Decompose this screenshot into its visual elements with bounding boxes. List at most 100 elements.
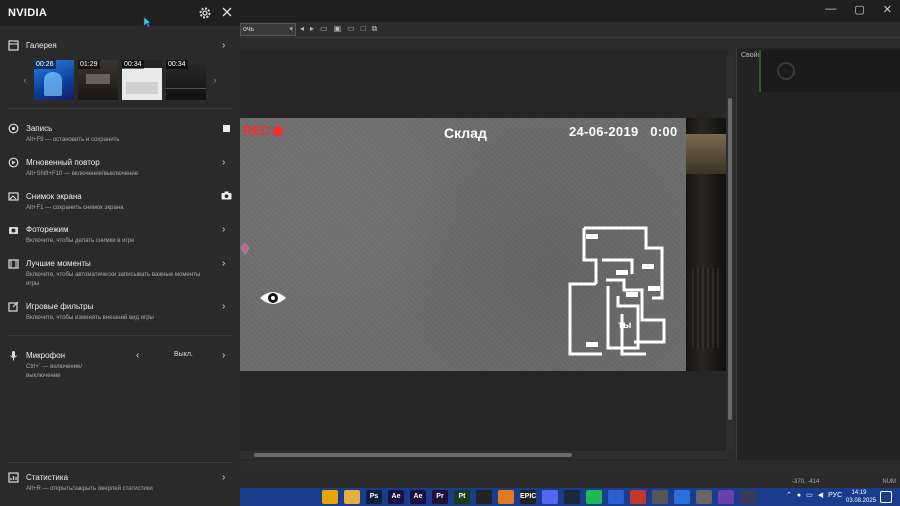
tray-chevron-icon[interactable]: ⌃ xyxy=(786,491,792,499)
aftereffects2-icon[interactable]: Ae xyxy=(410,490,426,504)
divider xyxy=(8,108,232,109)
photoshop-icon[interactable]: Ps xyxy=(366,490,382,504)
gallery-prev-icon[interactable]: ‹ xyxy=(20,75,30,85)
chevron-right-icon[interactable]: › xyxy=(222,301,225,312)
discord-icon[interactable] xyxy=(542,490,558,504)
scroll-thumb[interactable] xyxy=(254,453,572,457)
gallery-icon xyxy=(8,40,19,51)
rec-label: REC xyxy=(243,123,271,138)
gallery-thumbnail[interactable]: 00:34 xyxy=(122,60,162,100)
square-icon[interactable]: □ xyxy=(361,24,366,34)
vertical-scrollbar[interactable] xyxy=(726,56,734,452)
background-photo xyxy=(686,118,726,371)
aftereffects-icon[interactable]: Ae xyxy=(388,490,404,504)
app-screen-icon[interactable] xyxy=(740,490,756,504)
maximize-icon[interactable]: ▢ xyxy=(854,3,864,16)
filters-icon xyxy=(8,301,19,312)
panel-title[interactable]: Свойс xyxy=(741,52,761,59)
photomode-hint: Включите, чтобы делать снимки в игре xyxy=(26,238,135,244)
rec-indicator: REC xyxy=(243,123,284,138)
folder-icon[interactable] xyxy=(344,490,360,504)
arrow-left-icon[interactable]: ◂ xyxy=(300,24,304,34)
app-grid-icon[interactable] xyxy=(652,490,668,504)
frame-icon[interactable]: ⧉ xyxy=(372,24,378,34)
blend-mode-select[interactable]: очь xyxy=(240,23,296,36)
highlights-label: Лучшие моменты xyxy=(26,259,91,268)
chevron-right-icon[interactable]: › xyxy=(222,258,225,269)
properties-panel: Свойс xyxy=(736,48,900,460)
eye-icon[interactable] xyxy=(258,288,288,308)
editor-toolbar: очь ◂ ▸ ▭ ▣ ▭ □ ⧉ xyxy=(240,22,900,38)
gallery-thumbnail[interactable]: 00:26 xyxy=(34,60,74,100)
horizontal-scrollbar[interactable] xyxy=(240,451,728,459)
spotify-icon[interactable] xyxy=(586,490,602,504)
language-indicator[interactable]: РУС xyxy=(828,492,842,499)
divider xyxy=(8,335,232,336)
anchor-pin-icon[interactable] xyxy=(240,242,250,256)
app-blue-icon[interactable] xyxy=(674,490,690,504)
camera-icon[interactable] xyxy=(221,191,232,200)
photo-light xyxy=(686,134,726,174)
select-rect-icon[interactable]: ▭ xyxy=(320,24,328,34)
mic-tray-icon[interactable]: ● xyxy=(797,492,801,499)
gear-icon[interactable] xyxy=(198,6,212,20)
mouse-cursor-icon xyxy=(143,16,151,28)
statistics-hint: Alt+R — открыть/закрыть оверлей статисти… xyxy=(26,486,153,492)
chrome-icon[interactable] xyxy=(322,490,338,504)
taskbar-clock[interactable]: 14:19 03.08.2025 xyxy=(846,489,877,505)
floor-map[interactable]: ты xyxy=(566,224,670,360)
steam-icon[interactable] xyxy=(564,490,580,504)
pt-icon[interactable]: Pt xyxy=(454,490,470,504)
chevron-right-icon[interactable]: › xyxy=(222,40,225,51)
close-icon[interactable] xyxy=(221,6,233,18)
app-purple-icon[interactable] xyxy=(718,490,734,504)
map-you-label: ты xyxy=(618,320,631,331)
blender-icon[interactable] xyxy=(498,490,514,504)
overlay-header: NVIDIA xyxy=(0,0,240,28)
stop-icon[interactable] xyxy=(223,125,230,132)
properties-box xyxy=(759,50,900,92)
chevron-right-icon[interactable]: › xyxy=(222,157,225,168)
chevron-right-icon[interactable]: › xyxy=(222,224,225,235)
photomode-label: Фоторежим xyxy=(26,225,69,234)
filters-label: Игровые фильтры xyxy=(26,302,94,311)
network-icon[interactable]: ▭ xyxy=(806,491,813,499)
close-window-icon[interactable]: ✕ xyxy=(883,3,892,16)
cursor-coords: -370, -414 xyxy=(792,479,820,485)
screenshot-icon xyxy=(8,192,19,201)
statistics-label: Статистика xyxy=(26,473,69,482)
chevron-right-icon[interactable]: › xyxy=(222,472,225,483)
arrow-right-icon[interactable]: ▸ xyxy=(310,24,314,34)
gallery-thumbnail[interactable]: 00:34 xyxy=(166,60,206,100)
replay-hint: Alt+Shift+F10 — включение/выключение xyxy=(26,171,139,177)
chevron-left-icon[interactable]: ‹ xyxy=(136,350,139,361)
numlock-indicator: NUM xyxy=(882,479,896,485)
obs-icon[interactable] xyxy=(476,490,492,504)
epic-icon[interactable]: EPIC xyxy=(520,490,536,504)
select-add-icon[interactable]: ▣ xyxy=(334,24,342,34)
notifications-icon[interactable] xyxy=(880,491,892,503)
clock-time: 14:19 xyxy=(851,490,867,496)
toolbar-icons: ◂ ▸ ▭ ▣ ▭ □ ⧉ xyxy=(300,24,377,34)
gallery-thumbnail[interactable]: 01:29 xyxy=(78,60,118,100)
gallery-next-icon[interactable]: › xyxy=(210,75,220,85)
chevron-right-icon[interactable]: › xyxy=(222,350,225,361)
photomode-icon xyxy=(9,227,18,234)
volume-icon[interactable]: ◀ xyxy=(818,491,823,499)
highlights-icon xyxy=(8,259,19,269)
premiere-icon[interactable]: Pr xyxy=(432,490,448,504)
clock-date: 03.08.2025 xyxy=(846,498,877,504)
select-sub-icon[interactable]: ▭ xyxy=(347,24,355,34)
microphone-value: Выкл. xyxy=(174,351,193,358)
clip-duration: 01:29 xyxy=(78,60,100,69)
replay-label: Мгновенный повтор xyxy=(26,158,100,167)
minimize-icon[interactable]: — xyxy=(825,3,836,16)
browser-icon[interactable] xyxy=(608,490,624,504)
game-frame: REC Склад 24-06-2019 0:00 ты xyxy=(240,118,686,371)
scroll-thumb[interactable] xyxy=(728,98,732,420)
app-gray-icon[interactable] xyxy=(696,490,712,504)
replay-icon xyxy=(8,157,19,168)
app-red-icon[interactable] xyxy=(630,490,646,504)
window-controls: — ▢ ✕ xyxy=(825,3,892,16)
record-label: Запись xyxy=(26,124,53,133)
